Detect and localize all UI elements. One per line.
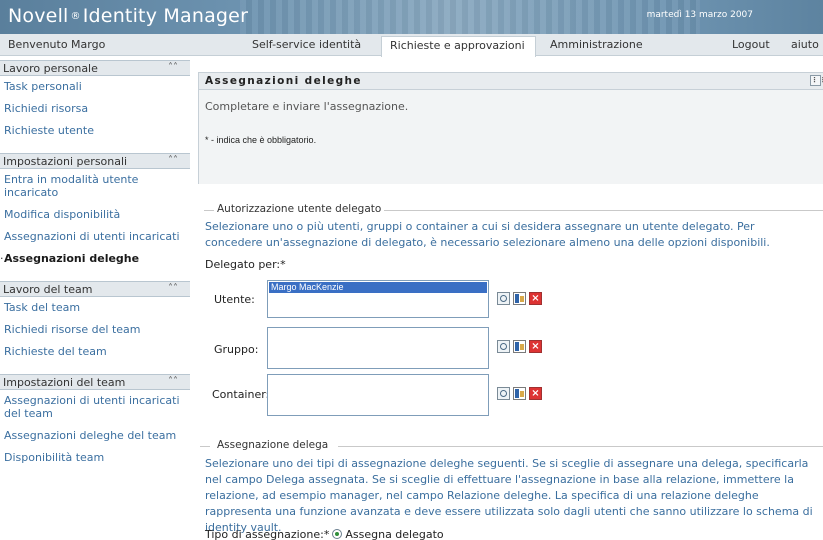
sidebar-item-team-delegate-assignments[interactable]: Assegnazioni deleghe del team	[0, 429, 190, 442]
remove-icon[interactable]: ×	[529, 387, 542, 400]
fieldset-border	[200, 446, 210, 447]
group-field-label: Gruppo:	[214, 343, 259, 356]
fieldset-border	[338, 446, 823, 447]
sidebar-section-personal-work[interactable]: Lavoro personale ˄˄	[0, 60, 190, 76]
header-banner: Novell ® Identity Manager martedì 13 marzo…	[0, 0, 823, 34]
sidebar-section-team-settings[interactable]: Impostazioni del team ˄˄	[0, 374, 190, 390]
remove-icon[interactable]: ×	[529, 292, 542, 305]
search-icon[interactable]	[497, 340, 510, 353]
sidebar-item-personal-tasks[interactable]: Task personali	[0, 80, 190, 93]
delegate-for-label: Delegato per:*	[205, 258, 286, 271]
sidebar-item-team-tasks[interactable]: Task del team	[0, 301, 190, 314]
assignment-section-legend: Assegnazione delega	[214, 439, 332, 451]
history-icon[interactable]	[513, 340, 526, 353]
history-icon[interactable]	[513, 292, 526, 305]
main-content: Assegnazioni deleghe ⋮⋮ Completare e inv…	[198, 72, 823, 184]
page-title: Assegnazioni deleghe ⋮⋮	[198, 72, 823, 90]
sidebar-item-enter-proxy-mode[interactable]: Entra in modalità utente incaricato	[0, 173, 150, 199]
container-listbox[interactable]	[267, 374, 489, 416]
brand-name: Novell	[8, 5, 69, 27]
fieldset-border	[204, 210, 214, 211]
assignment-section-description: Selezionare uno dei tipi di assegnazione…	[205, 457, 813, 534]
double-chevron-up-icon[interactable]: ˄˄	[168, 62, 178, 73]
double-chevron-up-icon[interactable]: ˄˄	[168, 376, 178, 387]
sidebar-item-edit-availability[interactable]: Modifica disponibilità	[0, 208, 190, 221]
container-field-label: Container:	[212, 388, 270, 401]
app-logo: Novell ® Identity Manager	[8, 5, 248, 27]
section-title: Impostazioni del team	[3, 376, 126, 389]
page-title-text: Assegnazioni deleghe	[205, 75, 362, 87]
sidebar-item-user-requests[interactable]: Richieste utente	[0, 124, 190, 137]
delegate-section-description: Selezionare uno o più utenti, gruppi o c…	[205, 220, 770, 249]
assignment-type-row: Tipo di assegnazione:* Assegna delegato	[205, 528, 444, 540]
sidebar-item-delegate-assignments[interactable]: Assegnazioni deleghe	[0, 252, 190, 265]
instruction-text: Completare e inviare l'assegnazione.	[205, 100, 409, 113]
container-field-actions: ×	[497, 387, 542, 400]
assignment-type-label: Tipo di assegnazione:*	[205, 528, 330, 540]
fieldset-border	[376, 210, 823, 211]
selected-user[interactable]: Margo MacKenzie	[269, 282, 487, 293]
section-title: Impostazioni personali	[3, 155, 128, 168]
sidebar-item-request-team-resources[interactable]: Richiedi risorse del team	[0, 323, 190, 336]
instructions-box: Completare e inviare l'assegnazione. * -…	[198, 90, 823, 184]
brand-registered: ®	[70, 11, 81, 22]
current-item-bullet: ·	[0, 252, 4, 265]
group-listbox[interactable]	[267, 327, 489, 369]
delegate-section-legend: Autorizzazione utente delegato	[214, 203, 385, 215]
sidebar-item-proxy-assignments[interactable]: Assegnazioni di utenti incaricati	[0, 230, 190, 243]
tab-self-service[interactable]: Self-service identità	[252, 38, 361, 51]
user-field-label: Utente:	[214, 293, 255, 306]
required-note: * - indica che è obbligatorio.	[205, 135, 317, 145]
section-title: Lavoro del team	[3, 283, 93, 296]
logout-link[interactable]: Logout	[732, 38, 770, 51]
sidebar-item-team-requests[interactable]: Richieste del team	[0, 345, 190, 358]
section-title: Lavoro personale	[3, 62, 98, 75]
sidebar-item-team-proxy-assignments[interactable]: Assegnazioni di utenti incaricati del te…	[0, 394, 186, 420]
search-icon[interactable]	[497, 292, 510, 305]
history-icon[interactable]	[513, 387, 526, 400]
welcome-text: Benvenuto Margo	[8, 38, 106, 51]
group-field-actions: ×	[497, 340, 542, 353]
panel-menu-icon[interactable]: ⋮⋮	[810, 75, 823, 86]
tab-administration[interactable]: Amministrazione	[550, 38, 643, 51]
current-date: martedì 13 marzo 2007	[646, 10, 753, 20]
banner-pattern	[240, 0, 700, 34]
tab-requests-approvals[interactable]: Richieste e approvazioni	[381, 36, 536, 57]
user-field-actions: ×	[497, 292, 542, 305]
sidebar: Lavoro personale ˄˄ Task personali Richi…	[0, 60, 190, 540]
radio-assign-delegate-label[interactable]: Assegna delegato	[345, 528, 443, 540]
brand-product: Identity Manager	[82, 5, 249, 27]
remove-icon[interactable]: ×	[529, 340, 542, 353]
help-link[interactable]: aiuto	[791, 38, 819, 51]
double-chevron-up-icon[interactable]: ˄˄	[168, 283, 178, 294]
radio-assign-delegate[interactable]	[332, 529, 343, 539]
sidebar-section-personal-settings[interactable]: Impostazioni personali ˄˄	[0, 153, 190, 169]
navigation-bar: Benvenuto Margo Self-service identità Ri…	[0, 34, 823, 57]
sidebar-item-team-availability[interactable]: Disponibilità team	[0, 451, 190, 464]
search-icon[interactable]	[497, 387, 510, 400]
user-listbox[interactable]: Margo MacKenzie	[267, 280, 489, 318]
sidebar-section-team-work[interactable]: Lavoro del team ˄˄	[0, 281, 190, 297]
double-chevron-up-icon[interactable]: ˄˄	[168, 155, 178, 166]
sidebar-item-request-resource[interactable]: Richiedi risorsa	[0, 102, 190, 115]
